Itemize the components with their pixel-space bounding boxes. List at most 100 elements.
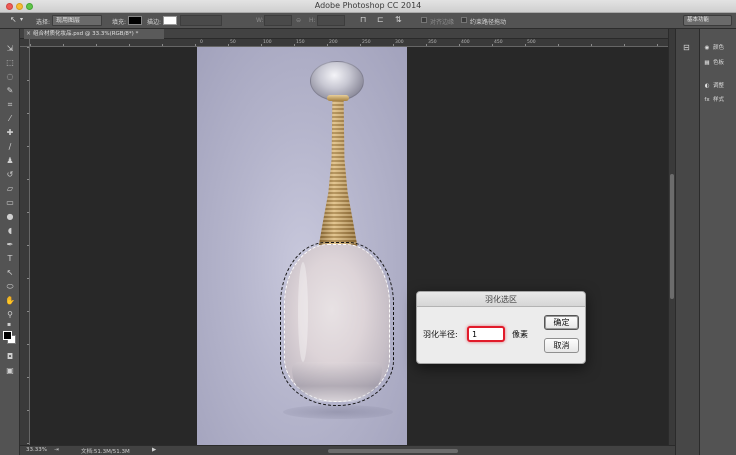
select-label: 选择: [36, 19, 51, 26]
document-tab-bar: × 组合材质化妆品.psd @ 33.3%(RGB/8*) * [20, 29, 668, 39]
move-tool-icon[interactable]: ⇲ [4, 43, 16, 54]
hand-tool-icon[interactable]: ✋ [4, 295, 16, 306]
panel-item-styles[interactable]: fx 样式 [703, 95, 724, 105]
history-panel-icon[interactable]: ⊟ [683, 43, 690, 52]
blur-tool-icon[interactable]: ● [4, 211, 16, 222]
pen-tool-icon[interactable]: ✒ [4, 239, 16, 250]
h-label: H: [309, 17, 316, 24]
document-size: 文档:51.3M/51.3M [81, 449, 130, 455]
panel-item-label: 调整 [713, 83, 725, 89]
ruler-label: 500 [527, 40, 536, 45]
zoom-level[interactable]: 33.33% [26, 447, 47, 453]
collapsed-panels: ◉ 颜色 ▦ 色板 ◐ 调整 fx 样式 [699, 29, 736, 455]
foreground-color-swatch[interactable] [3, 331, 12, 340]
status-menu-arrow-icon[interactable]: ▶ [152, 447, 156, 453]
align-edges-checkbox[interactable] [421, 17, 427, 23]
ruler-label: 250 [362, 40, 371, 45]
fill-label: 填充: [112, 19, 127, 26]
path-selection-tool-icon[interactable]: ↖ [10, 15, 17, 24]
panel-item-color[interactable]: ◉ 颜色 [703, 43, 724, 53]
horizontal-scroll-thumb[interactable] [328, 449, 458, 453]
feather-radius-input[interactable] [467, 326, 505, 342]
bottle-shadow [283, 405, 393, 419]
vertical-ruler[interactable] [20, 47, 30, 445]
status-bar: 33.33% ⇥ 文档:51.3M/51.3M ▶ [20, 445, 675, 455]
path-alignment-icon[interactable]: ⊏ [377, 15, 384, 24]
quick-mask-icon[interactable]: ◘ [4, 351, 16, 362]
lasso-tool-icon[interactable]: ◌ [4, 71, 16, 82]
panel-item-label: 颜色 [713, 45, 725, 51]
workspace-dropdown[interactable]: 基本功能 [683, 15, 732, 26]
ellipse-tool-icon[interactable]: ⬭ [4, 281, 16, 292]
align-edges-label: 对齐边缘 [430, 19, 455, 26]
crop-tool-icon[interactable]: ⌗ [4, 99, 16, 110]
color-wheel-icon: ◉ [704, 45, 710, 51]
select-dropdown-value: 现用图层 [56, 17, 81, 24]
brush-tool-icon[interactable]: ∕ [4, 141, 16, 152]
panel-dock-strip: ⊟ [675, 29, 699, 455]
ruler-origin[interactable] [20, 39, 30, 47]
quick-selection-tool-icon[interactable]: ✎ [4, 85, 16, 96]
select-dropdown[interactable]: 现用图层 [52, 15, 102, 26]
ruler-label: 100 [263, 40, 272, 45]
fill-swatch[interactable] [128, 16, 142, 25]
history-brush-tool-icon[interactable]: ↺ [4, 169, 16, 180]
title-bar: Adobe Photoshop CC 2014 [0, 0, 736, 13]
eyedropper-tool-icon[interactable]: ⁄ [4, 113, 16, 124]
vertical-scrollbar[interactable] [668, 29, 675, 445]
ruler-label: 150 [296, 40, 305, 45]
ruler-label: 50 [230, 40, 236, 45]
feather-radius-unit: 像素 [512, 330, 528, 339]
stroke-label: 描边: [147, 19, 162, 26]
dodge-tool-icon[interactable]: ◖ [4, 225, 16, 236]
height-field[interactable] [317, 15, 345, 26]
styles-icon: fx [704, 97, 710, 103]
tool-preset-dropdown-icon[interactable]: ▾ [20, 16, 23, 23]
width-field[interactable] [264, 15, 292, 26]
feather-radius-label: 羽化半径: [423, 330, 458, 339]
ruler-label: 300 [395, 40, 404, 45]
swatches-icon: ▦ [704, 60, 710, 66]
stroke-swatch[interactable] [163, 16, 177, 25]
horizontal-ruler[interactable] [30, 39, 668, 47]
ruler-label: 350 [428, 40, 437, 45]
constrain-path-checkbox[interactable] [461, 17, 467, 23]
adjustments-icon: ◐ [704, 83, 710, 89]
clone-stamp-tool-icon[interactable]: ♟ [4, 155, 16, 166]
panel-item-adjustments[interactable]: ◐ 调整 [703, 81, 724, 91]
healing-brush-tool-icon[interactable]: ✚ [4, 127, 16, 138]
ruler-label: 400 [461, 40, 470, 45]
bottle-cap-ring [327, 95, 349, 101]
options-bar: ↖ ▾ 选择: 现用图层 填充: 描边: W: ⊖ H: ⊓ ⊏ ⇅ 对齐边缘 … [0, 13, 736, 29]
tools-panel: ⇲ ⬚ ◌ ✎ ⌗ ⁄ ✚ ∕ ♟ ↺ ▱ ▭ ● ◖ ✒ T ↖ ⬭ ✋ ⚲ … [0, 29, 20, 455]
vertical-scroll-thumb[interactable] [670, 174, 674, 299]
ok-button[interactable]: 确定 [544, 315, 579, 330]
close-document-icon[interactable]: × [26, 29, 31, 39]
default-colors-icon[interactable]: ▪ [3, 319, 15, 330]
marquee-tool-icon[interactable]: ⬚ [4, 57, 16, 68]
panel-item-swatches[interactable]: ▦ 色板 [703, 58, 724, 68]
screen-mode-icon[interactable]: ▣ [4, 365, 16, 376]
panel-item-label: 样式 [713, 97, 725, 103]
constrain-path-label: 约束路径拖动 [470, 19, 507, 26]
feather-selection-dialog: 羽化选区 羽化半径: 像素 确定 取消 [416, 291, 586, 364]
ruler-label: 0 [200, 40, 203, 45]
path-operations-icon[interactable]: ⊓ [360, 15, 366, 24]
share-icon[interactable]: ⇥ [54, 447, 59, 453]
document-tab[interactable]: × 组合材质化妆品.psd @ 33.3%(RGB/8*) * [24, 29, 164, 39]
ruler-label: 200 [329, 40, 338, 45]
eraser-tool-icon[interactable]: ▱ [4, 183, 16, 194]
ruler-label: 450 [494, 40, 503, 45]
stroke-width-field[interactable] [180, 15, 222, 26]
cancel-button[interactable]: 取消 [544, 338, 579, 353]
type-tool-icon[interactable]: T [4, 253, 16, 264]
path-arrangement-icon[interactable]: ⇅ [395, 15, 402, 24]
dialog-title: 羽化选区 [417, 292, 585, 307]
gradient-tool-icon[interactable]: ▭ [4, 197, 16, 208]
workspace-value: 基本功能 [687, 17, 710, 23]
document-tab-title: 组合材质化妆品.psd @ 33.3%(RGB/8*) * [33, 31, 139, 37]
panel-item-label: 色板 [713, 60, 725, 66]
link-icon[interactable]: ⊖ [296, 17, 301, 24]
bottle-highlight [298, 262, 308, 362]
path-selection-tool-icon[interactable]: ↖ [4, 267, 16, 278]
